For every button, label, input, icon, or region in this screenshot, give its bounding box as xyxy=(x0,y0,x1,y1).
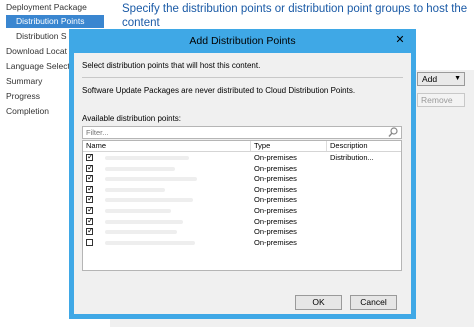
add-button[interactable]: Add ▼ xyxy=(417,72,465,86)
table-row[interactable]: ✓ On-premises xyxy=(83,183,401,195)
redacted-name xyxy=(105,156,189,160)
row-type: On-premises xyxy=(254,237,297,247)
distribution-points-list: Name Type Description ✓ On-premises Distri… xyxy=(82,140,402,271)
row-type: On-premises xyxy=(254,206,297,215)
checkmark-icon: ✓ xyxy=(87,162,94,172)
checkmark-icon: ✓ xyxy=(87,226,94,236)
redacted-name xyxy=(105,209,171,213)
filter-box[interactable] xyxy=(82,126,402,139)
wizard-content-panel xyxy=(406,70,474,327)
instruction-text: Select distribution points that will hos… xyxy=(82,61,261,70)
search-icon[interactable] xyxy=(388,127,398,138)
row-type: On-premises xyxy=(254,163,297,173)
checkmark-icon: ✓ xyxy=(87,183,94,193)
nav-item-language-selection[interactable]: Language Select xyxy=(6,60,70,73)
remove-button: Remove xyxy=(417,93,465,107)
nav-item-distribution-points[interactable]: Distribution Points xyxy=(6,15,104,28)
redacted-name xyxy=(105,187,165,192)
table-row[interactable]: ✓ On-premises xyxy=(83,215,401,227)
row-checkbox[interactable]: ✓ xyxy=(86,152,94,161)
cancel-button[interactable]: Cancel xyxy=(350,295,397,310)
redacted-name xyxy=(105,177,197,182)
nav-item-download-location[interactable]: Download Locat xyxy=(6,45,67,58)
redacted-name xyxy=(105,198,193,203)
column-header-name[interactable]: Name xyxy=(83,141,251,151)
row-checkbox[interactable]: ✓ xyxy=(86,205,94,214)
row-checkbox[interactable] xyxy=(86,238,93,246)
dialog-title: Add Distribution Points xyxy=(189,35,296,47)
dialog-body: Select distribution points that will hos… xyxy=(74,53,411,314)
column-header-description[interactable]: Description xyxy=(327,141,401,151)
row-checkbox[interactable]: ✓ xyxy=(86,183,94,193)
column-header-type[interactable]: Type xyxy=(251,141,327,151)
row-type: On-premises xyxy=(254,216,297,226)
row-checkbox[interactable]: ✓ xyxy=(86,173,94,183)
close-icon[interactable]: ✕ xyxy=(392,33,408,47)
add-distribution-points-dialog: Add Distribution Points ✕ Select distrib… xyxy=(69,29,416,319)
row-checkbox[interactable]: ✓ xyxy=(86,226,94,236)
row-type: On-premises xyxy=(254,227,297,237)
redacted-name xyxy=(105,230,177,235)
checkmark-icon: ✓ xyxy=(87,152,94,161)
row-checkbox[interactable]: ✓ xyxy=(86,215,94,225)
table-row[interactable]: ✓ On-premises xyxy=(83,194,401,205)
list-header: Name Type Description xyxy=(83,141,401,152)
nav-item-deployment-package[interactable]: Deployment Package xyxy=(6,1,87,14)
table-row[interactable]: On-premises xyxy=(83,238,401,248)
ok-button[interactable]: OK xyxy=(295,295,342,310)
row-checkbox[interactable]: ✓ xyxy=(86,162,94,172)
nav-item-completion[interactable]: Completion xyxy=(6,105,49,118)
divider xyxy=(82,77,403,78)
nav-item-distribution-settings[interactable]: Distribution S xyxy=(16,30,67,43)
row-checkbox[interactable]: ✓ xyxy=(86,194,94,204)
available-points-label: Available distribution points: xyxy=(82,114,182,123)
page-heading: Specify the distribution points or distr… xyxy=(122,3,468,29)
table-row[interactable]: ✓ On-premises xyxy=(83,173,401,184)
table-row[interactable]: ✓ On-premises xyxy=(83,205,401,216)
table-row[interactable]: ✓ On-premises Distribution... xyxy=(83,152,401,163)
checkmark-icon: ✓ xyxy=(87,215,94,225)
redacted-name xyxy=(105,219,183,224)
row-description: Distribution... xyxy=(330,153,374,162)
cloud-note-text: Software Update Packages are never distr… xyxy=(82,86,356,95)
redacted-name xyxy=(105,240,195,245)
add-button-label: Add xyxy=(422,74,438,84)
row-type: On-premises xyxy=(254,195,297,205)
nav-item-progress[interactable]: Progress xyxy=(6,90,40,103)
table-row[interactable]: ✓ On-premises xyxy=(83,162,401,174)
checkmark-icon: ✓ xyxy=(87,205,94,214)
checkmark-icon: ✓ xyxy=(87,194,94,204)
checkmark-icon: ✓ xyxy=(87,173,94,183)
dropdown-arrow-icon: ▼ xyxy=(454,75,461,82)
filter-input[interactable] xyxy=(83,127,376,138)
redacted-name xyxy=(105,166,175,171)
nav-item-summary[interactable]: Summary xyxy=(6,75,42,88)
row-type: On-premises xyxy=(254,174,297,184)
row-type: On-premises xyxy=(254,153,297,162)
row-type: On-premises xyxy=(254,184,297,194)
table-row[interactable]: ✓ On-premises xyxy=(83,226,401,237)
